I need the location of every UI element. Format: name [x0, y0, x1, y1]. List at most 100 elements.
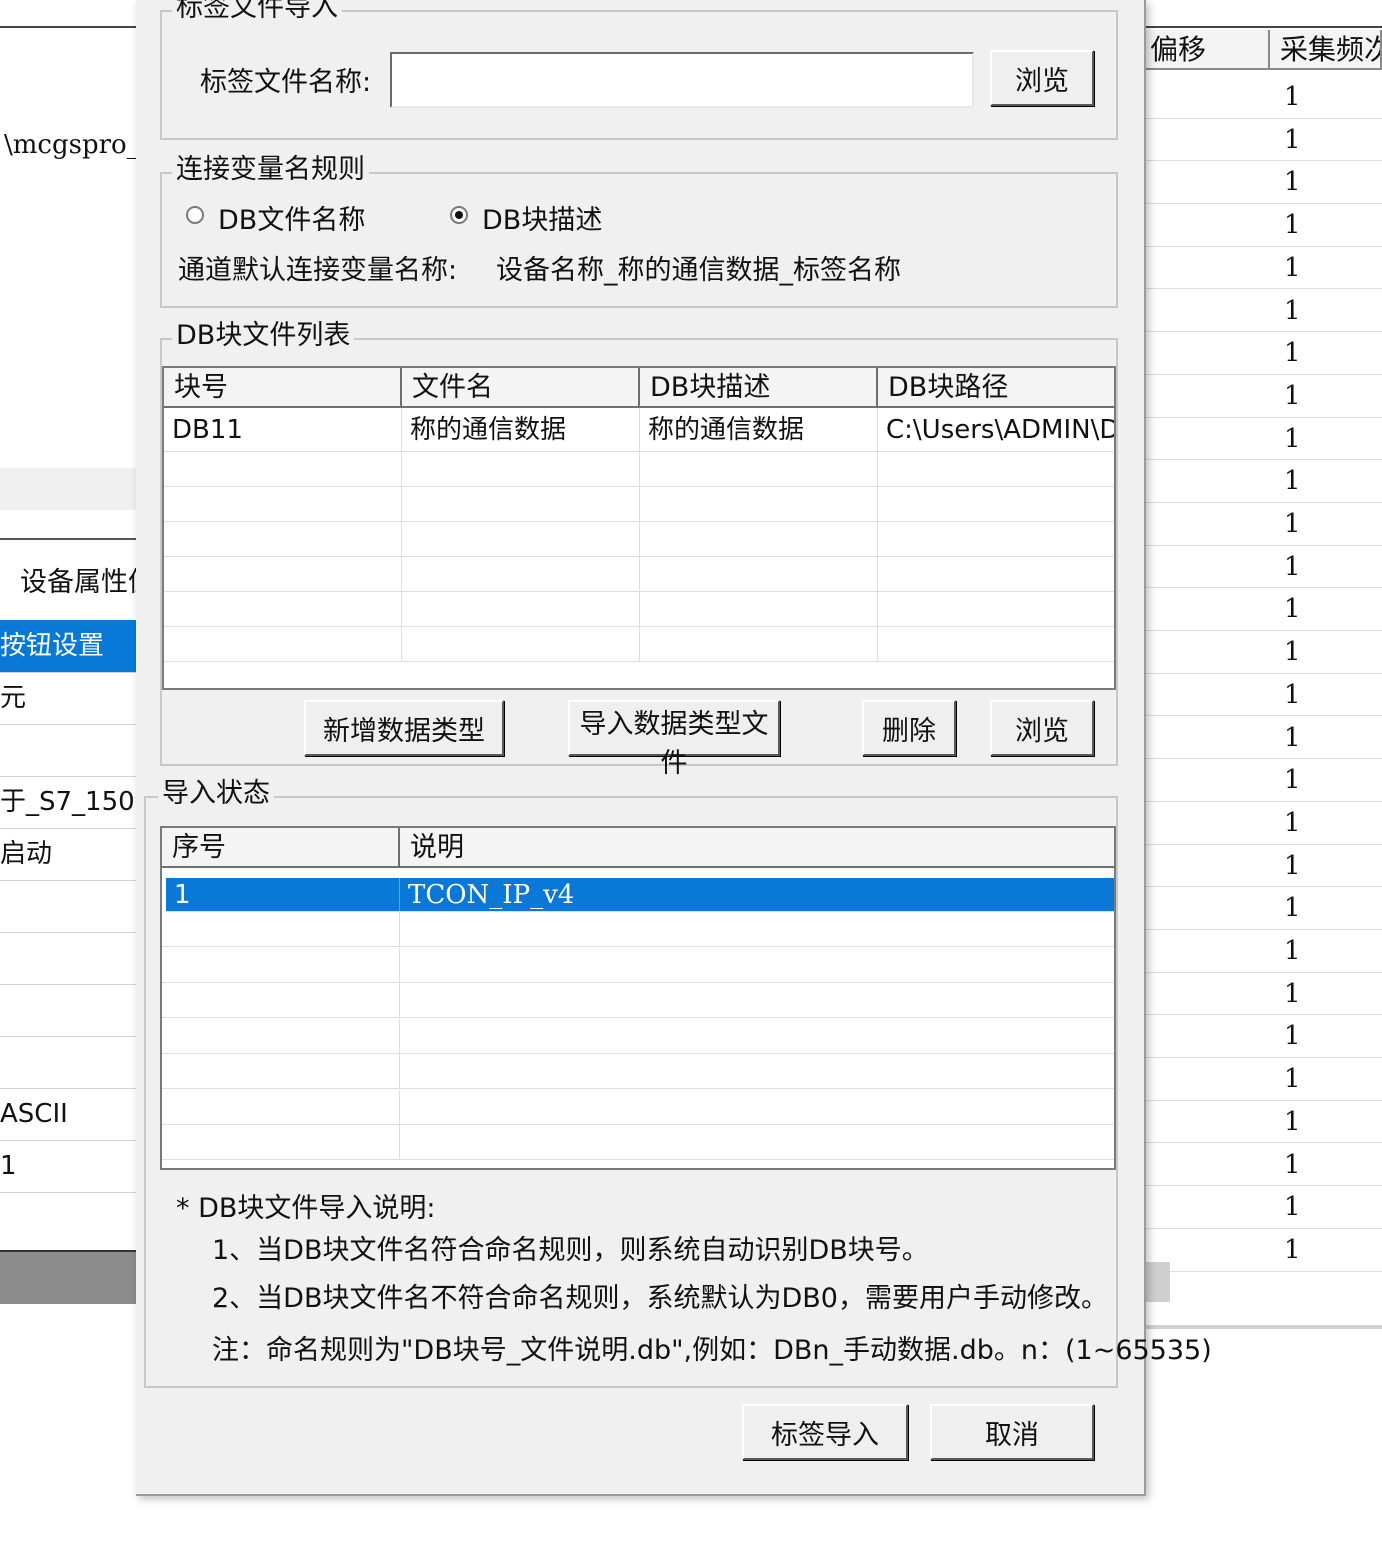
- empty-cell: [162, 1089, 400, 1124]
- props-list-item[interactable]: 元: [0, 672, 140, 725]
- default-var-name-label: 通道默认连接变量名称:: [178, 255, 458, 286]
- table-row[interactable]: 1: [1140, 802, 1382, 845]
- col-block-no[interactable]: 块号: [164, 368, 402, 408]
- cell-frequency: 1: [1284, 765, 1301, 796]
- props-list-item[interactable]: [0, 1036, 140, 1089]
- empty-cell: [878, 557, 1114, 591]
- table-row[interactable]: 1: [1140, 204, 1382, 247]
- import-data-type-file-button[interactable]: 导入数据类型文件: [568, 700, 780, 779]
- tag-file-name-input[interactable]: [390, 52, 974, 108]
- table-row[interactable]: 1: [1140, 290, 1382, 333]
- table-row[interactable]: 1: [1140, 332, 1382, 375]
- delete-button[interactable]: 删除: [862, 700, 956, 756]
- props-list-item[interactable]: ASCII: [0, 1088, 140, 1141]
- table-row[interactable]: 1: [1140, 503, 1382, 546]
- group-title-db-list: DB块文件列表: [172, 320, 355, 352]
- empty-cell: [162, 912, 400, 946]
- default-var-name-value: 设备名称_称的通信数据_标签名称: [496, 255, 901, 286]
- table-row[interactable]: 1: [1140, 1058, 1382, 1101]
- table-row[interactable]: 1: [1140, 1101, 1382, 1144]
- tag-file-name-label: 标签文件名称:: [200, 67, 372, 98]
- col-index[interactable]: 序号: [162, 828, 400, 868]
- props-list-item[interactable]: [0, 984, 140, 1037]
- props-list-item[interactable]: 按钮设置: [0, 620, 140, 673]
- table-row[interactable]: 1: [1140, 247, 1382, 290]
- cell-frequency: 1: [1284, 380, 1301, 411]
- db-browse-button[interactable]: 浏览: [990, 700, 1094, 756]
- props-list-item[interactable]: 启动: [0, 828, 140, 881]
- import-tags-button[interactable]: 标签导入: [742, 1404, 908, 1460]
- table-row[interactable]: 1: [1140, 674, 1382, 717]
- cell-file-name: 称的通信数据: [402, 408, 640, 451]
- cell-frequency: 1: [1284, 252, 1301, 283]
- props-list-item[interactable]: 1: [0, 1140, 140, 1193]
- radio-db-file-name-label[interactable]: DB文件名称: [218, 198, 365, 237]
- tag-import-dialog: 标签文件导入 标签文件名称: 浏览 连接变量名规则 DB文件名称 DB块描述 通…: [136, 0, 1212, 1496]
- table-row[interactable]: 1: [1140, 460, 1382, 503]
- table-row[interactable]: 1: [1140, 930, 1382, 973]
- table-row[interactable]: 1: [1140, 845, 1382, 888]
- empty-cell: [162, 1018, 400, 1053]
- col-file-name[interactable]: 文件名: [402, 368, 640, 408]
- radio-db-block-desc[interactable]: [450, 206, 468, 224]
- props-list-item[interactable]: [0, 880, 140, 933]
- table-row-empty: [162, 1054, 1114, 1089]
- db-file-table[interactable]: 块号 文件名 DB块描述 DB块路径 DB11 称的通信数据 称的通信数据 C:…: [162, 366, 1116, 690]
- background-right-table: 偏移 采集频次 1 1 1 1 1 1 1 1 1 1 1 1 1 1 1 1 1 1 1 1 1 1 1 1 1 1 1 1: [1140, 0, 1382, 1335]
- table-row-selected[interactable]: 1 TCON_IP_v4: [166, 878, 1114, 912]
- empty-cell: [402, 522, 640, 556]
- notes-line-2: 2、当DB块文件名不符合命名规则，系统默认为DB0，需要用户手动修改。: [212, 1283, 1108, 1314]
- table-row[interactable]: 1: [1140, 973, 1382, 1016]
- empty-cell: [164, 452, 402, 486]
- table-row[interactable]: 1: [1140, 1144, 1382, 1187]
- empty-cell: [878, 627, 1114, 661]
- cancel-button[interactable]: 取消: [930, 1404, 1094, 1460]
- table-row[interactable]: 1: [1140, 161, 1382, 205]
- notes-line-3: 注：命名规则为"DB块号_文件说明.db",例如：DBn_手动数据.db。n：(…: [212, 1335, 1212, 1366]
- col-db-desc[interactable]: DB块描述: [640, 368, 878, 408]
- empty-cell: [164, 487, 402, 521]
- props-list-item[interactable]: 于_S7_1500_以: [0, 776, 140, 829]
- table-row[interactable]: 1: [1140, 1015, 1382, 1059]
- table-row[interactable]: 1: [1140, 887, 1382, 930]
- notes-line-1: 1、当DB块文件名符合命名规则，则系统自动识别DB块号。: [212, 1235, 929, 1266]
- table-row[interactable]: 1: [1140, 717, 1382, 760]
- tag-file-browse-button[interactable]: 浏览: [990, 50, 1094, 106]
- table-row[interactable]: 1: [1140, 119, 1382, 162]
- import-status-table[interactable]: 序号 说明 1 TCON_IP_v4: [160, 826, 1116, 1170]
- table-row[interactable]: 1: [1140, 546, 1382, 589]
- empty-cell: [878, 452, 1114, 486]
- table-row[interactable]: 1: [1140, 375, 1382, 418]
- group-naming-rule: [160, 172, 1118, 308]
- empty-cell: [400, 948, 1114, 982]
- add-data-type-button[interactable]: 新增数据类型: [304, 700, 504, 756]
- cell-frequency: 1: [1284, 124, 1301, 155]
- col-db-path[interactable]: DB块路径: [878, 368, 1114, 408]
- radio-db-file-name[interactable]: [186, 206, 204, 224]
- empty-cell: [878, 487, 1114, 521]
- table-row[interactable]: 1: [1140, 1229, 1382, 1272]
- cell-frequency: 1: [1284, 466, 1301, 497]
- table-row[interactable]: 1: [1140, 1186, 1382, 1229]
- radio-db-block-desc-label[interactable]: DB块描述: [482, 198, 602, 237]
- empty-cell: [640, 557, 878, 591]
- props-list-item[interactable]: [0, 724, 140, 777]
- empty-cell: [164, 592, 402, 626]
- empty-cell: [402, 487, 640, 521]
- table-row[interactable]: 1: [1140, 759, 1382, 802]
- empty-cell: [878, 592, 1114, 626]
- table-row[interactable]: DB11 称的通信数据 称的通信数据 C:\Users\ADMIN\D...: [164, 408, 1114, 452]
- col-description[interactable]: 说明: [400, 828, 1114, 868]
- table-row[interactable]: 1: [1140, 631, 1382, 674]
- cell-frequency: 1: [1284, 850, 1301, 881]
- empty-cell: [400, 1090, 1114, 1124]
- table-row[interactable]: 1: [1140, 76, 1382, 119]
- table-row-empty: [162, 1018, 1114, 1054]
- props-list-item[interactable]: [0, 932, 140, 985]
- table-row[interactable]: 1: [1140, 588, 1382, 632]
- cell-frequency: 1: [1284, 82, 1301, 112]
- table-row[interactable]: 1: [1140, 418, 1382, 461]
- cell-frequency: 1: [1284, 936, 1301, 966]
- empty-cell: [400, 912, 1114, 946]
- notes-title: * DB块文件导入说明:: [176, 1193, 436, 1224]
